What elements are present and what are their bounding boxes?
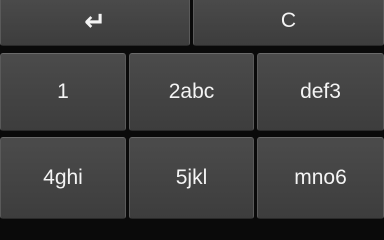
key-mno6-label: mno6 bbox=[294, 166, 347, 189]
key-2abc-label: 2abc bbox=[168, 80, 215, 103]
key-mno6[interactable]: mno6 bbox=[257, 137, 384, 219]
key-1[interactable]: 1 bbox=[0, 53, 126, 131]
clear-button-label: C bbox=[280, 9, 297, 32]
key-5jkl-label: 5jkl bbox=[175, 166, 208, 189]
key-def3[interactable]: def3 bbox=[257, 53, 384, 131]
key-2abc[interactable]: 2abc bbox=[129, 53, 254, 131]
enter-button[interactable]: ↵ bbox=[0, 0, 190, 46]
key-1-label: 1 bbox=[57, 80, 69, 103]
key-5jkl[interactable]: 5jkl bbox=[129, 137, 254, 219]
key-def3-label: def3 bbox=[300, 80, 341, 103]
enter-return-icon: ↵ bbox=[84, 6, 106, 36]
key-4ghi-label: 4ghi bbox=[43, 166, 83, 189]
key-4ghi[interactable]: 4ghi bbox=[0, 137, 126, 219]
clear-button[interactable]: C bbox=[193, 0, 384, 46]
keypad: ↵ C 1 2abc def3 4ghi 5jkl mno6 bbox=[0, 0, 384, 219]
